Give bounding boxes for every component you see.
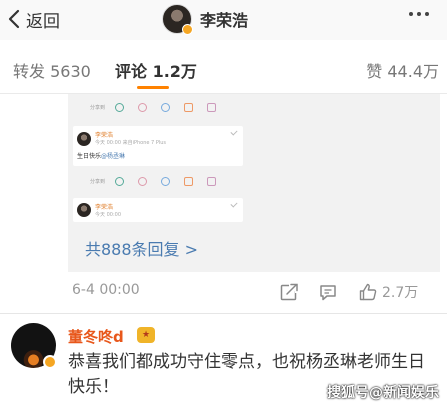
qzone-icon: [184, 176, 194, 186]
tab-comment[interactable]: 评论 1.2万: [115, 58, 197, 82]
chevron-down-icon: [230, 128, 238, 136]
qq-icon: [161, 102, 171, 112]
wechat-icon: [115, 102, 125, 112]
page-title: 李荣浩: [200, 11, 249, 30]
mini-body-text: 生日快乐: [77, 153, 102, 160]
tab-like[interactable]: 赞 44.4万: [366, 58, 439, 82]
mini-meta: 今天 00:00 来自iPhone 7 Plus: [95, 140, 167, 146]
commenter-name[interactable]: 董冬咚d: [68, 326, 124, 347]
mini-meta: 今天 00:00: [95, 212, 121, 218]
qzone-icon: [184, 102, 194, 112]
mini-body: 生日快乐@杨丞琳: [77, 151, 125, 160]
moments-icon: [138, 176, 148, 186]
like-count: 2.7万: [382, 285, 419, 301]
divider: [0, 313, 447, 314]
watermark: 搜狐号@新闻娱乐: [327, 385, 439, 401]
wechat-icon: [115, 176, 125, 186]
moments-icon: [138, 102, 148, 112]
mini-mention: @杨丞琳: [101, 153, 126, 160]
share-icon[interactable]: [279, 282, 299, 302]
page-title-group[interactable]: 李荣浩: [162, 3, 248, 35]
top-nav-bar: 返回 李荣浩: [0, 0, 447, 40]
active-tab-indicator: [137, 86, 169, 89]
tab-repost[interactable]: 转发 5630: [13, 58, 91, 82]
qq-icon: [161, 176, 171, 186]
mini-share-row: 分享到: [90, 100, 230, 114]
mini-comment-card: 李荣浩 今天 00:00: [73, 198, 243, 222]
mini-avatar: [77, 203, 91, 217]
comment-actions-row: 6-4 00:00 2.7万: [0, 280, 447, 304]
mini-name: 李荣浩: [95, 204, 114, 211]
tab-bar: 转发 5630 评论 1.2万 赞 44.4万: [0, 52, 447, 89]
link-icon: [207, 102, 217, 112]
fan-badge-icon: ★: [137, 327, 155, 343]
comment-icon[interactable]: [318, 282, 338, 302]
mini-name: 李荣浩: [95, 132, 114, 139]
verified-badge-icon: [43, 355, 57, 369]
comment-timestamp: 6-4 00:00: [72, 282, 140, 298]
mini-comment-card: 李荣浩 今天 00:00 来自iPhone 7 Plus 生日快乐@杨丞琳: [73, 126, 243, 166]
link-icon: [207, 176, 217, 186]
avatar[interactable]: [11, 323, 57, 369]
mini-share-label: 分享到: [90, 178, 106, 185]
back-label: 返回: [26, 11, 60, 32]
verified-badge-icon: [182, 24, 193, 35]
chevron-left-icon: [8, 9, 20, 29]
like-icon[interactable]: [358, 282, 378, 302]
chevron-down-icon: [230, 200, 238, 208]
avatar[interactable]: [162, 4, 193, 35]
back-button[interactable]: 返回: [6, 4, 60, 34]
more-options-icon[interactable]: [409, 12, 429, 16]
mini-share-row: 分享到: [90, 174, 230, 188]
mini-avatar: [77, 132, 91, 146]
view-replies-link[interactable]: 共888条回复 >: [73, 232, 440, 268]
mini-share-label: 分享到: [90, 104, 106, 111]
